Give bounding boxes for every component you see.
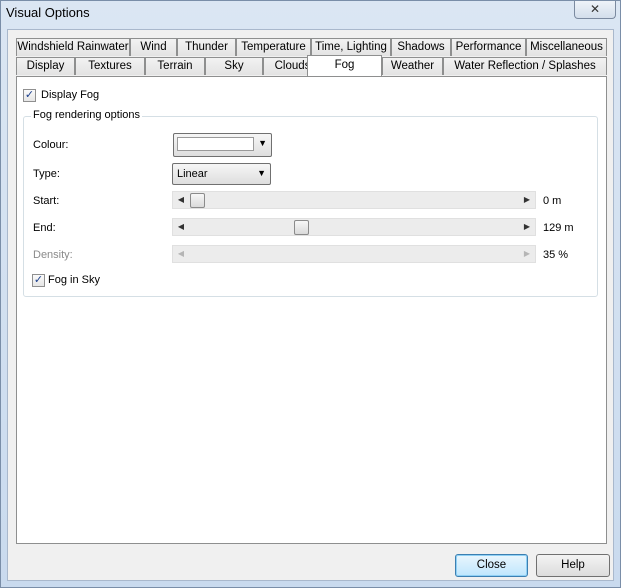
tab-fog[interactable]: Fog [307, 55, 382, 76]
tab-temperature[interactable]: Temperature [236, 38, 311, 56]
density-value: 35 % [543, 249, 569, 261]
end-label: End: [33, 222, 56, 234]
tab-weather[interactable]: Weather [382, 57, 443, 75]
tab-performance[interactable]: Performance [451, 38, 526, 56]
scroll-left-icon: ◀ [177, 249, 185, 258]
window-title: Visual Options [6, 5, 90, 20]
end-slider[interactable]: ◀ ▶ [172, 218, 536, 236]
close-button[interactable]: Close [455, 554, 528, 577]
fog-in-sky-checkbox[interactable]: ✓ [32, 274, 45, 287]
check-icon: ✓ [33, 274, 44, 286]
tab-shadows[interactable]: Shadows [391, 38, 451, 56]
tab-textures[interactable]: Textures [75, 57, 145, 75]
tab-display[interactable]: Display [16, 57, 75, 75]
close-icon: ✕ [589, 2, 601, 16]
start-value: 0 m [543, 195, 562, 207]
display-fog-checkbox[interactable]: ✓ [23, 89, 36, 102]
tab-thunder[interactable]: Thunder [177, 38, 236, 56]
density-slider: ◀ ▶ [172, 245, 536, 263]
tab-windshield-rainwater[interactable]: Windshield Rainwater [16, 38, 130, 56]
type-select-value: Linear [177, 168, 208, 180]
colour-label: Colour: [33, 139, 69, 151]
scroll-right-icon: ▶ [523, 249, 531, 258]
scroll-right-icon[interactable]: ▶ [521, 194, 533, 206]
scroll-left-icon[interactable]: ◀ [175, 221, 187, 233]
type-label: Type: [33, 168, 60, 180]
group-title: Fog rendering options [31, 109, 143, 121]
start-slider-thumb[interactable] [190, 193, 205, 208]
chevron-down-icon: ▼ [258, 138, 267, 148]
start-slider[interactable]: ◀ ▶ [172, 191, 536, 209]
display-fog-label: Display Fog [41, 89, 100, 101]
end-value: 129 m [543, 222, 574, 234]
tab-time-lighting[interactable]: Time, Lighting [311, 38, 391, 56]
tab-terrain[interactable]: Terrain [145, 57, 205, 75]
start-label: Start: [33, 195, 60, 207]
scroll-right-icon[interactable]: ▶ [521, 221, 533, 233]
colour-picker[interactable]: ▼ [173, 133, 272, 157]
help-button[interactable]: Help [536, 554, 610, 577]
check-icon: ✓ [24, 89, 35, 101]
colour-swatch [177, 137, 254, 151]
chevron-down-icon: ▼ [257, 168, 266, 178]
tab-sky[interactable]: Sky [205, 57, 263, 75]
scroll-left-icon[interactable]: ◀ [175, 194, 187, 206]
fog-in-sky-label: Fog in Sky [48, 274, 100, 286]
tab-water-reflection-splashes[interactable]: Water Reflection / Splashes [443, 57, 607, 75]
end-slider-thumb[interactable] [293, 220, 309, 235]
window-close-button[interactable]: ✕ [574, 1, 616, 19]
tab-wind[interactable]: Wind [130, 38, 177, 56]
type-select[interactable]: Linear ▼ [172, 163, 271, 185]
tab-miscellaneous[interactable]: Miscellaneous [526, 38, 607, 56]
density-label: Density: [33, 249, 73, 261]
